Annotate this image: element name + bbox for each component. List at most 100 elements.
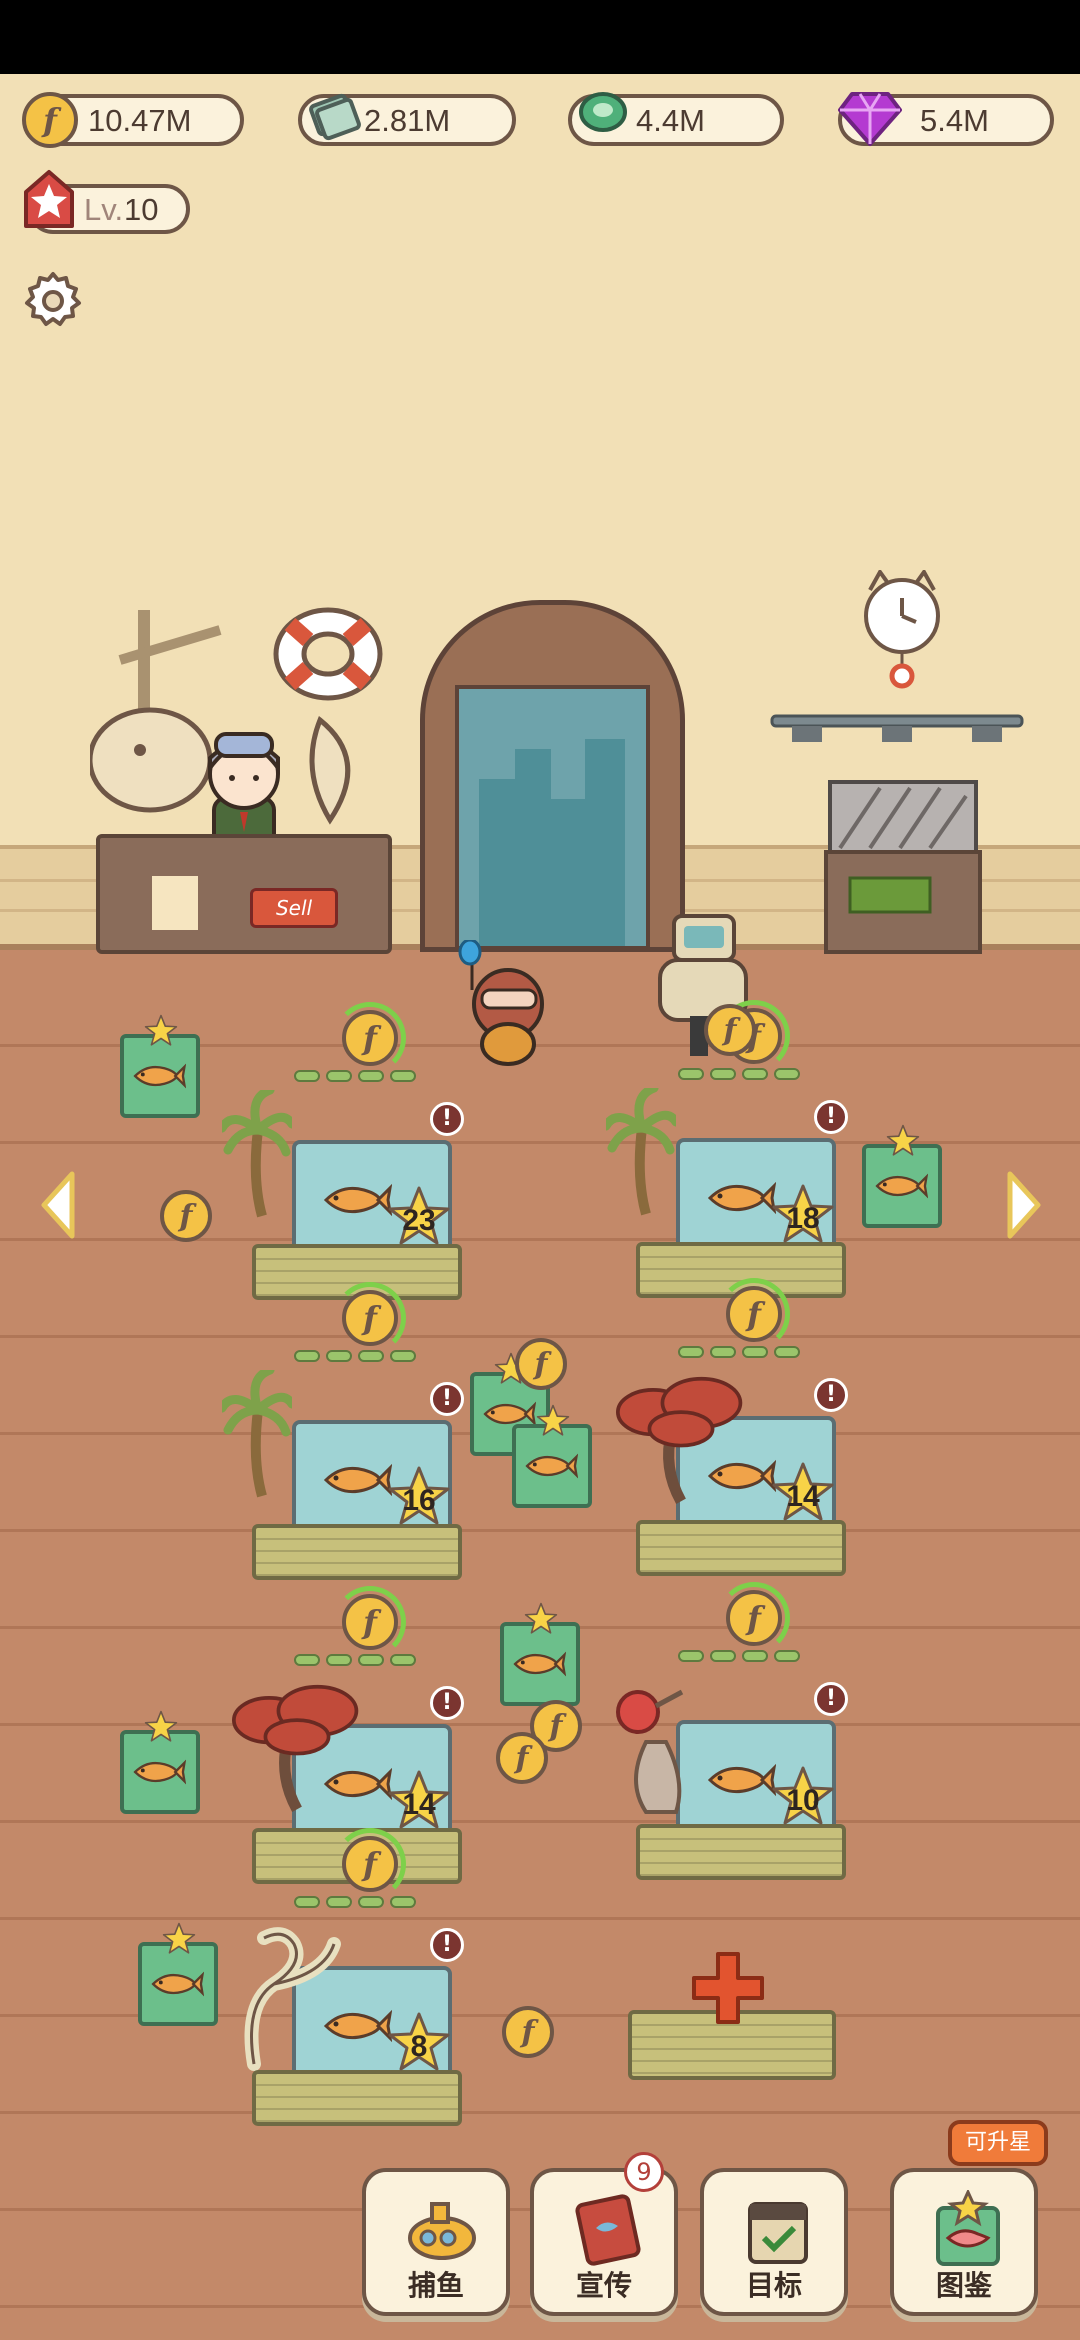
star-icon bbox=[536, 1404, 570, 1438]
green-gem-amount: 4.4M bbox=[636, 103, 705, 138]
promote-badge: 9 bbox=[624, 2152, 664, 2192]
cash-counter[interactable]: 2.81M bbox=[298, 93, 516, 146]
alert-icon[interactable]: ! bbox=[814, 1682, 848, 1716]
previous-room-arrow[interactable] bbox=[38, 1170, 78, 1240]
goals-button[interactable]: 目标 bbox=[700, 2168, 848, 2316]
tank-progress-bar bbox=[678, 1346, 800, 1358]
tank-base bbox=[252, 2070, 462, 2126]
alert-icon[interactable]: ! bbox=[814, 1100, 848, 1134]
goldfish-icon bbox=[150, 1970, 204, 1998]
tank-star-count: 14 bbox=[786, 1480, 820, 1513]
fish-card[interactable] bbox=[862, 1130, 942, 1230]
star-level-icon bbox=[24, 170, 74, 228]
tank-coin-icon[interactable]: f bbox=[342, 1836, 398, 1892]
goldfish-icon bbox=[706, 1458, 776, 1494]
purple-gem-counter[interactable]: 5.4M bbox=[838, 92, 1054, 146]
level-prefix: Lv. bbox=[84, 192, 124, 227]
star-icon bbox=[886, 1124, 920, 1158]
cash-amount: 2.81M bbox=[364, 103, 451, 138]
floor-coin-icon[interactable]: f bbox=[496, 1732, 548, 1784]
alert-icon[interactable]: ! bbox=[814, 1378, 848, 1412]
fishing-button[interactable]: 捕鱼 bbox=[362, 2168, 510, 2316]
purple-gem-amount: 5.4M bbox=[920, 103, 989, 138]
floor-coin-icon[interactable]: f bbox=[515, 1338, 567, 1390]
tank-star-count: 14 bbox=[402, 1788, 436, 1821]
tank-star-count: 8 bbox=[410, 2030, 428, 2063]
fish-tank[interactable]: f ! 8 bbox=[244, 1828, 472, 2126]
goldfish-icon bbox=[322, 2008, 392, 2044]
tank-progress-bar bbox=[294, 1896, 416, 1908]
fish-tank[interactable]: f ! 23 bbox=[252, 1002, 472, 1300]
star-icon bbox=[144, 1710, 178, 1744]
tank-coin-icon[interactable]: f bbox=[726, 1590, 782, 1646]
tank-coin-icon[interactable]: f bbox=[726, 1286, 782, 1342]
alert-icon[interactable]: ! bbox=[430, 1382, 464, 1416]
palm-tree-icon bbox=[222, 1090, 292, 1220]
catalog-button[interactable]: 图鉴 bbox=[890, 2168, 1038, 2316]
next-room-arrow[interactable] bbox=[1004, 1170, 1044, 1240]
sell-sign[interactable]: Sell bbox=[250, 888, 338, 928]
fish-tank[interactable]: f ! 16 bbox=[252, 1282, 472, 1580]
goldfish-icon bbox=[512, 1650, 566, 1678]
shop-counter[interactable]: Sell bbox=[96, 834, 392, 954]
floor-coin-icon[interactable]: f bbox=[502, 2006, 554, 2058]
cash-stack-icon bbox=[309, 93, 361, 141]
promote-button[interactable]: 9 宣传 bbox=[530, 2152, 678, 2316]
ceiling-lamps bbox=[770, 714, 1024, 742]
upgrade-available-tip[interactable]: 可升星 bbox=[948, 2120, 1048, 2166]
goldfish-icon bbox=[874, 1172, 928, 1200]
city-skyline bbox=[479, 739, 625, 946]
tank-base bbox=[636, 1824, 846, 1880]
fish-tank[interactable]: f ! 10 bbox=[616, 1582, 856, 1880]
door-window[interactable] bbox=[455, 685, 650, 950]
sticky-notes bbox=[152, 876, 198, 930]
fish-card[interactable] bbox=[512, 1410, 592, 1510]
fish-card[interactable] bbox=[500, 1608, 580, 1708]
palm-tree-icon bbox=[222, 1370, 292, 1500]
fish-card[interactable] bbox=[138, 1928, 218, 2028]
tank-star-count: 18 bbox=[786, 1202, 820, 1235]
goldfish-icon bbox=[322, 1462, 392, 1498]
coin-icon: f bbox=[22, 92, 78, 148]
fish-catalog-icon bbox=[936, 2190, 1000, 2266]
tank-coin-icon[interactable]: f bbox=[342, 1594, 398, 1650]
promote-label: 宣传 bbox=[575, 2269, 632, 2302]
fish-tank[interactable]: f ! 18 bbox=[636, 1000, 856, 1298]
floor-coin-icon[interactable]: f bbox=[704, 1004, 756, 1056]
tank-progress-bar bbox=[678, 1650, 800, 1662]
tank-coin-icon[interactable]: f bbox=[342, 1290, 398, 1346]
fish-card[interactable] bbox=[120, 1716, 200, 1816]
tank-base bbox=[252, 1524, 462, 1580]
tank-coin-icon[interactable]: f bbox=[342, 1010, 398, 1066]
goldfish-icon bbox=[524, 1452, 578, 1480]
fish-tank[interactable]: f ! 14 bbox=[636, 1278, 856, 1576]
settings-gear-icon[interactable] bbox=[22, 270, 84, 332]
tank-star-count: 10 bbox=[786, 1784, 820, 1817]
flyer-icon bbox=[575, 2194, 641, 2266]
catalog-label: 图鉴 bbox=[935, 2269, 992, 2302]
green-gem-icon bbox=[579, 92, 627, 132]
level-badge[interactable]: Lv. 10 bbox=[24, 170, 190, 234]
tank-progress-bar bbox=[294, 1654, 416, 1666]
floor-coin-icon[interactable]: f bbox=[160, 1190, 212, 1242]
potion-rock-icon bbox=[616, 1689, 684, 1814]
fish-card[interactable] bbox=[120, 1020, 200, 1120]
alert-icon[interactable]: ! bbox=[430, 1928, 464, 1962]
submarine-icon bbox=[408, 2202, 476, 2260]
alert-icon[interactable]: ! bbox=[430, 1102, 464, 1136]
purple-diamond-icon bbox=[838, 92, 902, 146]
star-icon bbox=[162, 1922, 196, 1956]
coin-counter[interactable]: f 10.47M bbox=[22, 92, 244, 148]
goals-label: 目标 bbox=[745, 2269, 802, 2302]
add-tank-plus-icon[interactable] bbox=[690, 1950, 766, 2026]
tank-base bbox=[636, 1520, 846, 1576]
alert-icon[interactable]: ! bbox=[430, 1686, 464, 1720]
player-character[interactable] bbox=[456, 940, 552, 1070]
level-value: 10 bbox=[124, 192, 159, 227]
goldfish-icon bbox=[322, 1182, 392, 1218]
green-gem-counter[interactable]: 4.4M bbox=[568, 92, 784, 146]
goldfish-icon bbox=[706, 1180, 776, 1216]
star-icon bbox=[524, 1602, 558, 1636]
fishing-rod-rack bbox=[824, 780, 982, 954]
swirl-cloud-icon bbox=[244, 1927, 341, 2071]
